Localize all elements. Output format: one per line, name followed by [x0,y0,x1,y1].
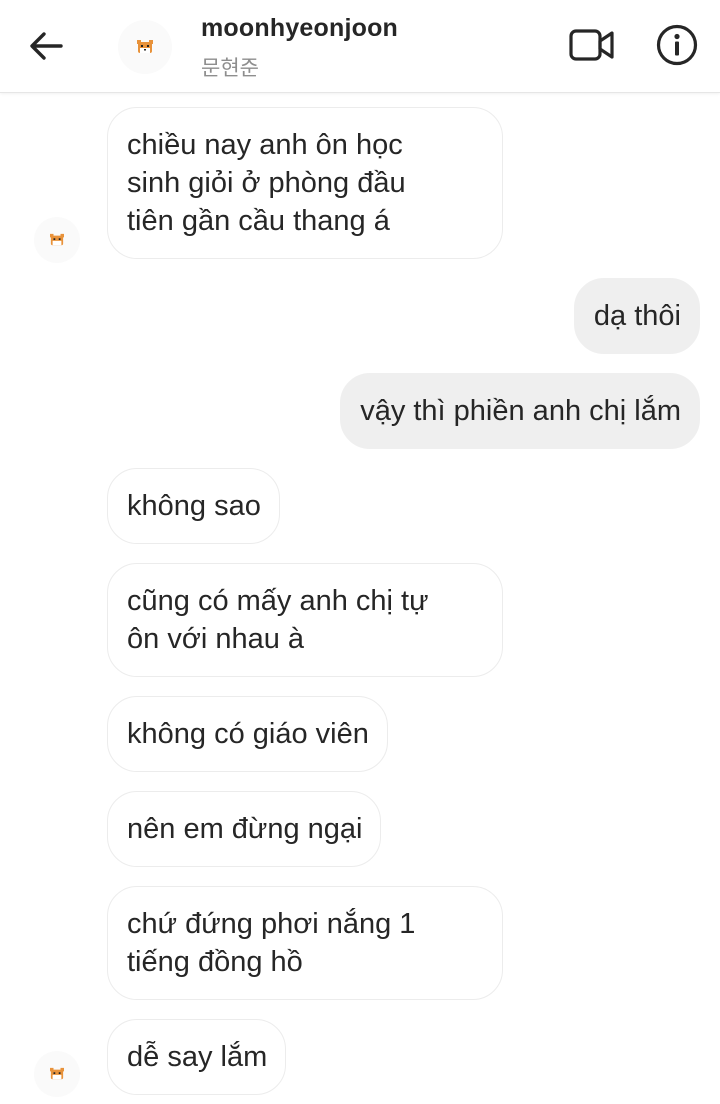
back-button[interactable] [20,24,72,68]
chat-subtitle: 문현준 [201,56,259,80]
tiger-avatar-icon [50,1067,64,1080]
message-text: tiếng đồng hồ [127,946,303,978]
message-text: dễ say lắm [127,1041,268,1073]
message-text: dạ thôi [593,300,681,332]
info-icon [656,24,698,66]
info-button[interactable] [652,20,702,70]
tiger-avatar-icon [137,40,153,53]
message-bubble-incoming[interactable]: chứ đứng phơi nắng 1 tiếng đồng hồ [107,886,503,1000]
avatar[interactable] [34,1051,80,1097]
message-text: vậy thì phiền anh chị lắm [360,395,681,427]
message-text: chứ đứng phơi nắng 1 [127,908,416,940]
chat-username[interactable]: moonhyeonjoon [201,14,398,43]
video-camera-icon [569,29,614,61]
message-bubble-incoming[interactable]: không có giáo viên [107,696,388,772]
message-text: chiều nay anh ôn học [127,129,403,161]
message-text: không có giáo viên [127,718,369,750]
chat-header: moonhyeonjoon 문현준 [0,0,720,93]
message-bubble-incoming[interactable]: không sao [107,468,280,544]
message-bubble-incoming[interactable]: chiều nay anh ôn học sinh giỏi ở phòng đ… [107,107,503,259]
dm-screen: moonhyeonjoon 문현준 chiều nay anh ôn học s… [0,0,720,1104]
message-text: sinh giỏi ở phòng đầu [127,167,406,199]
video-call-button[interactable] [566,22,618,68]
message-text: cũng có mấy anh chị tự [127,585,429,617]
message-text: tiên gần cầu thang á [127,205,390,237]
message-bubble-incoming[interactable]: dễ say lắm [107,1019,287,1095]
message-text: không sao [127,490,261,522]
message-text: nên em đừng ngại [127,813,363,845]
message-bubble-outgoing[interactable]: dạ thôi [573,278,700,354]
tiger-avatar-icon [50,233,64,246]
message-text: ôn với nhau à [127,623,305,655]
message-bubble-outgoing[interactable]: vậy thì phiền anh chị lắm [340,373,700,449]
arrow-left-icon [30,32,63,60]
avatar[interactable] [118,20,172,74]
message-bubble-incoming[interactable]: cũng có mấy anh chị tự ôn với nhau à [107,563,503,677]
avatar[interactable] [34,217,80,263]
message-thread[interactable]: chiều nay anh ôn học sinh giỏi ở phòng đ… [0,93,720,1104]
message-bubble-incoming[interactable]: nên em đừng ngại [107,791,382,867]
